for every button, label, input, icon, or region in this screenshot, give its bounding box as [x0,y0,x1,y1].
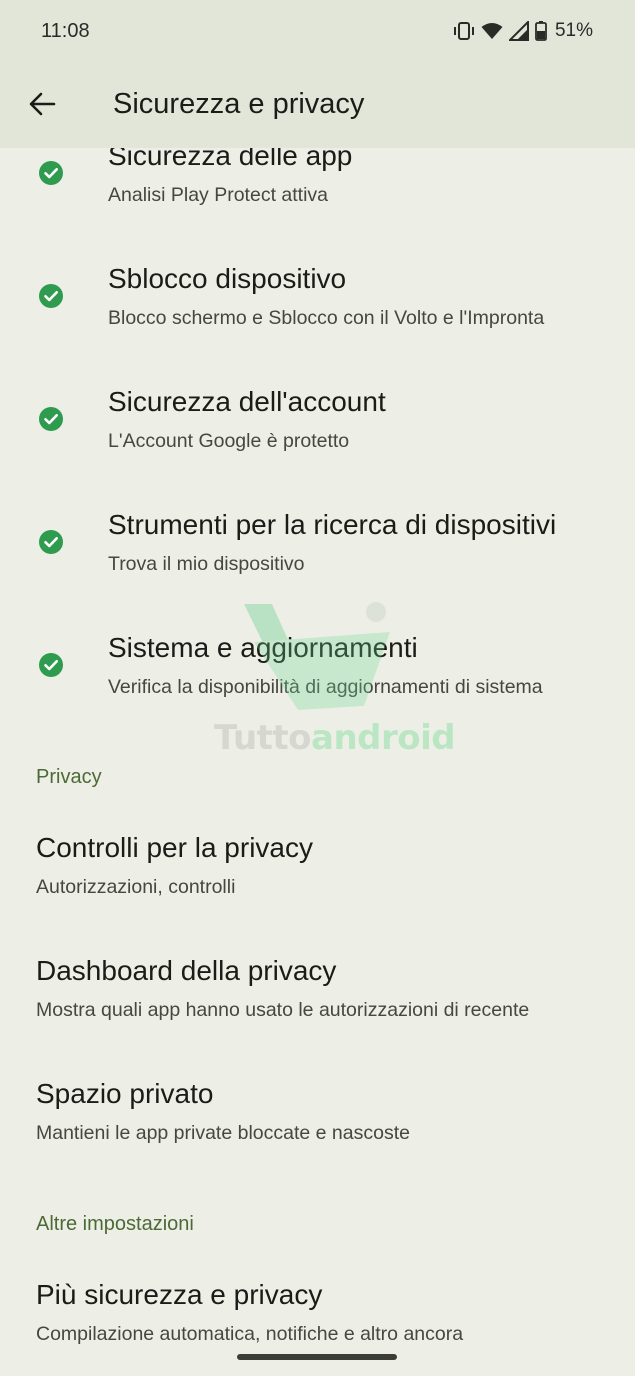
privacy-item-subtitle: Mostra quali app hanno usato le autorizz… [36,999,530,1021]
security-item-subtitle: Blocco schermo e Sblocco con il Volto e … [108,307,545,329]
security-item-app-security[interactable]: Sicurezza delle app Analisi Play Protect… [0,148,635,244]
cell-signal-icon [508,21,529,41]
battery-percent: 51% [554,20,593,41]
home-indicator[interactable] [237,1354,397,1360]
check-circle-icon [38,160,64,186]
security-item-title: Sistema e aggiornamenti [108,632,418,663]
security-item-title: Sicurezza delle app [108,148,353,171]
privacy-item-private-space[interactable]: Spazio privato Mantieni le app private b… [0,1066,635,1176]
security-item-account-security[interactable]: Sicurezza dell'account L'Account Google … [0,379,635,489]
settings-list[interactable]: Sicurezza delle app Analisi Play Protect… [0,148,635,1376]
privacy-item-controls[interactable]: Controlli per la privacy Autorizzazioni,… [0,820,635,930]
section-header-other-settings: Altre impostazioni [36,1213,194,1235]
privacy-item-title: Dashboard della privacy [36,955,337,986]
arrow-back-icon [28,90,56,123]
security-item-title: Strumenti per la ricerca di dispositivi [108,509,557,540]
other-item-subtitle: Compilazione automatica, notifiche e alt… [36,1323,464,1345]
security-item-find-device[interactable]: Strumenti per la ricerca di dispositivi … [0,502,635,612]
status-time: 11:08 [41,20,90,42]
security-item-subtitle: Trova il mio dispositivo [108,553,305,575]
status-icons: 51% [453,19,593,43]
security-item-subtitle: L'Account Google è protetto [108,430,350,452]
wifi-icon [481,22,503,40]
section-header-privacy: Privacy [36,766,102,788]
check-circle-icon [38,406,64,432]
security-item-title: Sblocco dispositivo [108,263,347,294]
privacy-item-subtitle: Autorizzazioni, controlli [36,876,236,898]
privacy-item-title: Controlli per la privacy [36,832,313,863]
app-bar: Sicurezza e privacy [0,62,635,148]
security-item-system-updates[interactable]: Sistema e aggiornamenti Verifica la disp… [0,625,635,735]
security-item-subtitle: Verifica la disponibilità di aggiornamen… [108,676,543,698]
check-circle-icon [38,529,64,555]
page-title: Sicurezza e privacy [113,88,365,120]
privacy-item-subtitle: Mantieni le app private bloccate e nasco… [36,1122,410,1144]
privacy-item-dashboard[interactable]: Dashboard della privacy Mostra quali app… [0,943,635,1053]
check-circle-icon [38,283,64,309]
vibrate-icon [453,21,475,41]
security-item-title: Sicurezza dell'account [108,386,386,417]
privacy-item-title: Spazio privato [36,1078,214,1109]
status-bar: 11:08 51% [0,0,635,62]
security-item-subtitle: Analisi Play Protect attiva [108,184,329,206]
back-button[interactable] [18,82,66,130]
battery-icon [535,21,547,41]
other-item-title: Più sicurezza e privacy [36,1279,323,1310]
security-item-device-unlock[interactable]: Sblocco dispositivo Blocco schermo e Sbl… [0,256,635,366]
check-circle-icon [38,652,64,678]
